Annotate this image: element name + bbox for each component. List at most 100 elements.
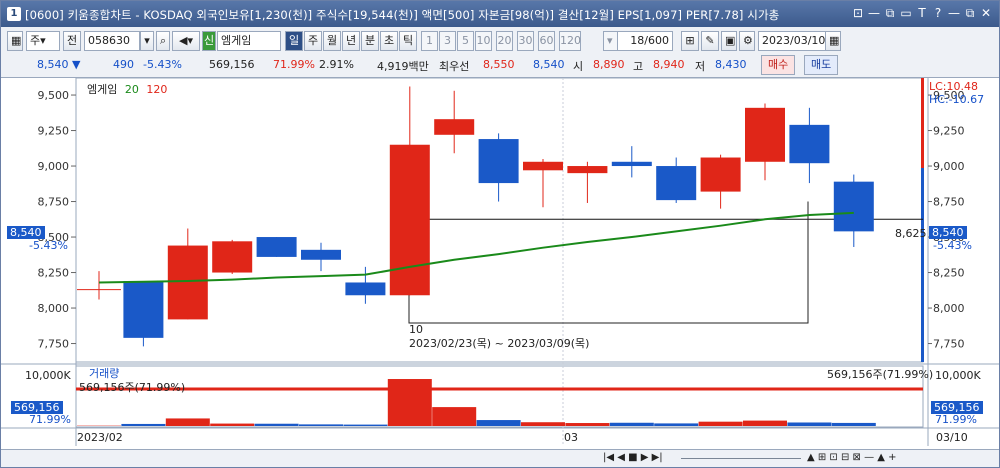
zoom-controls[interactable]: ▲ ⊞ ⊡ ⊟ ⊠ — ▲ + (807, 452, 897, 463)
open-value: 8,890 (593, 58, 625, 71)
volume-bar (743, 420, 787, 426)
volume-bar (387, 379, 432, 426)
y-tick-right: 8,000 (933, 302, 965, 315)
y-tick-left: 9,250 (38, 125, 70, 138)
code-input[interactable]: 058630 (84, 31, 140, 51)
y-tick-right: 9,000 (933, 160, 965, 173)
window-title: [0600] 키움종합차트 - KOSDAQ 외국인보유[1,230(천)] 주… (25, 8, 780, 22)
candle-body (123, 281, 164, 338)
code-dropdown-icon[interactable]: ▾ (140, 31, 154, 51)
candle-body (567, 166, 608, 174)
pref-ask: 8,550 (483, 58, 515, 71)
gear-icon[interactable]: ⚙ (739, 31, 755, 51)
window-button-7[interactable]: ⧉ (963, 6, 977, 21)
interval-button-5[interactable]: 5 (457, 31, 474, 51)
speaker-icon[interactable]: ◀▾ (172, 31, 200, 51)
mode-select[interactable]: 주▾ (26, 31, 60, 51)
volume-value: 569,156 (209, 58, 255, 71)
high-value: 8,940 (653, 58, 685, 71)
left-price-tag: 8,540 (7, 226, 45, 239)
interval-button-1[interactable]: 1 (421, 31, 438, 51)
interval-button-60[interactable]: 60 (538, 31, 555, 51)
prev-button[interactable]: 전 (63, 31, 81, 51)
new-badge: 신 (202, 31, 216, 51)
interval-button-120[interactable]: 120 (559, 31, 581, 51)
candle-body (478, 139, 519, 184)
save-icon[interactable]: ▣ (721, 31, 737, 51)
y-tick-left: 8,750 (38, 196, 70, 209)
candle-body (523, 161, 563, 171)
window-button-0[interactable]: ⊡ (851, 6, 865, 20)
count-field[interactable]: 18/600 (617, 31, 673, 51)
candle-body (833, 181, 874, 232)
calendar-icon[interactable]: ▦ (825, 31, 841, 51)
volume-bar (254, 423, 299, 426)
period-tab-6[interactable]: 틱 (399, 31, 417, 51)
legend-ma20: 20 (124, 83, 139, 96)
open-label: 시 (573, 60, 584, 73)
window-button-6[interactable]: — (947, 6, 961, 20)
y-tick-left: 9,500 (38, 89, 70, 102)
y-tick-left: 8,000 (38, 302, 70, 315)
interval-button-3[interactable]: 3 (439, 31, 456, 51)
window-button-3[interactable]: ▭ (899, 6, 913, 20)
hc-label: HC:-10.67 (929, 93, 985, 106)
candle-body (301, 249, 341, 260)
buy-button[interactable]: 매수 (761, 55, 796, 75)
candle-body (700, 157, 741, 192)
period-tab-1[interactable]: 주 (304, 31, 322, 51)
interval-button-10[interactable]: 10 (475, 31, 492, 51)
period-tab-3[interactable]: 년 (342, 31, 360, 51)
period-tab-4[interactable]: 분 (361, 31, 379, 51)
volume-bar (121, 423, 166, 426)
toolbar: ▦ 주▾ 전 058630 ▾ ⌕ ◀▾ 신 엠게임 일주월년분초틱 1 3 5 10… (1, 31, 999, 53)
grid-icon[interactable]: ▦ (7, 31, 23, 51)
pref-label: 최우선 (439, 60, 470, 73)
volume-bar (787, 422, 832, 426)
ref-line-label: 8,625 (895, 227, 927, 240)
stock-name: 엠게임 (217, 31, 281, 51)
period-tab-0[interactable]: 일 (285, 31, 303, 51)
right-volume-pct: 71.99% (935, 413, 977, 426)
down-arrow-icon: ▼ (72, 58, 81, 71)
pref-bid: 8,540 (533, 58, 565, 71)
period-tab-5[interactable]: 초 (380, 31, 398, 51)
scroll-bar[interactable]: |◀ ◀ ■ ▶ ▶| ▲ ⊞ ⊡ ⊟ ⊠ — ▲ + (1, 449, 999, 467)
volume-pct: 71.99% (273, 58, 315, 71)
volume-bar (565, 423, 610, 426)
volume-bar (831, 422, 876, 426)
date-field[interactable]: 2023/03/10 (758, 31, 826, 51)
volume-bar (698, 421, 743, 426)
interval-button-20[interactable]: 20 (496, 31, 513, 51)
y-tick-right: 7,750 (933, 338, 965, 351)
candle-body (389, 144, 430, 296)
y-tick-right: 9,250 (933, 125, 965, 138)
window-button-8[interactable]: ✕ (979, 6, 993, 20)
candle-body (256, 237, 297, 257)
sell-button[interactable]: 매도 (804, 55, 839, 75)
volume-bar (521, 422, 565, 426)
period-tab-2[interactable]: 월 (323, 31, 341, 51)
chart-area[interactable]: 7,7507,7508,0008,0008,2508,2508,5008,500… (1, 77, 999, 467)
chart-type-icon[interactable]: ⊞ (681, 31, 699, 51)
window-button-4[interactable]: T (915, 6, 929, 20)
search-icon[interactable]: ⌕ (156, 31, 170, 51)
window-button-1[interactable]: — (867, 6, 881, 20)
volume-pane (75, 365, 924, 428)
zoom-track[interactable] (681, 458, 801, 459)
legend-stock-name: 엠게임 (87, 83, 118, 96)
window-controls: ⊡ — ⧉ ▭ T? — ⧉ ✕ (849, 6, 993, 21)
right-price-tag: 8,540 (929, 226, 967, 239)
interval-button-30[interactable]: 30 (517, 31, 534, 51)
window-button-2[interactable]: ⧉ (883, 6, 897, 21)
high-label: 고 (633, 60, 644, 73)
right-price-pct: -5.43% (933, 239, 972, 252)
trade-amount: 4,919백만 (377, 60, 429, 73)
volume-bar (299, 424, 343, 426)
window-button-5[interactable]: ? (931, 6, 945, 20)
playback-controls[interactable]: |◀ ◀ ■ ▶ ▶| (603, 452, 663, 463)
y-tick-left: 8,250 (38, 267, 70, 280)
title-bar: 1 [0600] 키움종합차트 - KOSDAQ 외국인보유[1,230(천)]… (1, 1, 999, 27)
x-label-feb: 2023/02 (77, 431, 123, 444)
indicator-icon[interactable]: ✎ (701, 31, 719, 51)
